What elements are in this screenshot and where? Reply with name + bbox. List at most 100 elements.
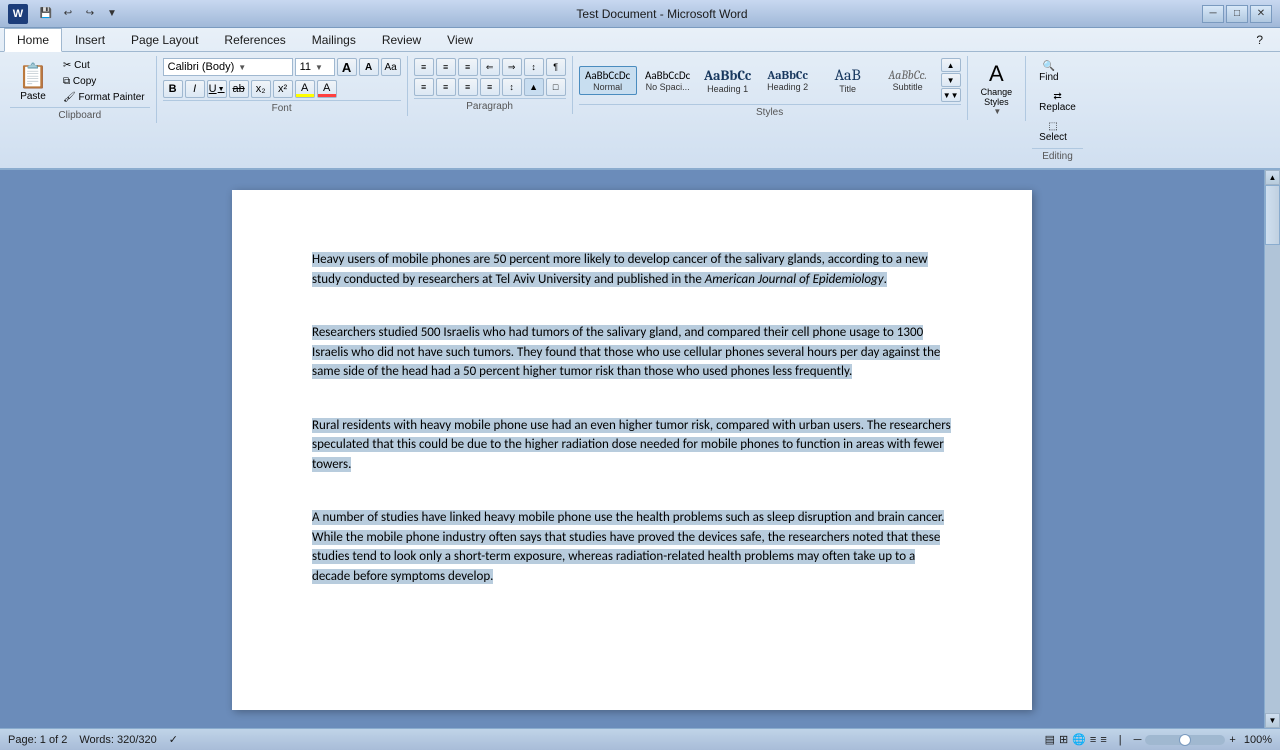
- zoom-level[interactable]: 100%: [1244, 734, 1272, 746]
- styles-more-button[interactable]: ▼▼: [941, 88, 961, 102]
- styles-down-button[interactable]: ▼: [941, 73, 961, 87]
- title-bar: W 💾 ↩ ↪ ▼ Test Document - Microsoft Word…: [0, 0, 1280, 28]
- style-subtitle[interactable]: AaBbCc. Subtitle: [879, 65, 937, 95]
- font-size-dropdown[interactable]: 11 ▼: [295, 58, 335, 76]
- view-outline-icon[interactable]: ≡: [1090, 734, 1096, 746]
- font-family-arrow: ▼: [238, 63, 246, 72]
- underline-button[interactable]: U▼: [207, 80, 227, 98]
- redo-button[interactable]: ↪: [80, 4, 100, 24]
- view-normal-icon[interactable]: ▤: [1045, 733, 1055, 746]
- font-color-button[interactable]: A: [317, 80, 337, 98]
- show-hide-button[interactable]: ¶: [546, 58, 566, 76]
- font-row2: B I U▼ ab x₂ x² A A: [163, 80, 337, 98]
- undo-button[interactable]: ↩: [58, 4, 78, 24]
- sort-button[interactable]: ↕: [524, 58, 544, 76]
- paragraph-group: ≡ ≡ ≡ ⇐ ⇒ ↕ ¶ ≡ ≡ ≡ ≡ ↕ ▲ □ Pa: [408, 56, 573, 114]
- clipboard-group-inner: 📋 Paste ✂ Cut ⧉ Copy 🖌 Format Painter: [10, 58, 150, 105]
- change-case-button[interactable]: Aa: [381, 58, 401, 76]
- strikethrough-button[interactable]: ab: [229, 80, 249, 98]
- paragraph-2: Researchers studied 500 Israelis who had…: [312, 323, 952, 382]
- grow-font-button[interactable]: A: [337, 58, 357, 76]
- scroll-track[interactable]: [1265, 185, 1280, 713]
- tab-page-layout[interactable]: Page Layout: [118, 28, 211, 52]
- title-bar-left: W 💾 ↩ ↪ ▼: [8, 4, 122, 24]
- highlight-button[interactable]: A: [295, 80, 315, 98]
- clipboard-small-buttons: ✂ Cut ⧉ Copy 🖌 Format Painter: [58, 58, 150, 105]
- selected-text-3: Rural residents with heavy mobile phone …: [312, 418, 951, 472]
- zoom-plus-button[interactable]: +: [1229, 734, 1235, 746]
- zoom-slider[interactable]: [1145, 735, 1225, 745]
- clipboard-group: 📋 Paste ✂ Cut ⧉ Copy 🖌 Format Painter Cl…: [4, 56, 157, 123]
- bold-button[interactable]: B: [163, 80, 183, 98]
- quick-access-more-button[interactable]: ▼: [102, 4, 122, 24]
- save-button[interactable]: 💾: [36, 4, 56, 24]
- change-styles-button[interactable]: A ChangeStyles ▼: [974, 58, 1020, 119]
- font-family-dropdown[interactable]: Calibri (Body) ▼: [163, 58, 293, 76]
- style-heading2[interactable]: AaBbCc Heading 2: [759, 65, 817, 95]
- replace-icon: ⇄: [1053, 91, 1061, 102]
- editing-group-label: Editing: [1032, 148, 1083, 162]
- scroll-area: Heavy users of mobile phones are 50 perc…: [0, 170, 1280, 728]
- find-button[interactable]: 🔍 Find: [1032, 58, 1065, 86]
- tab-home[interactable]: Home: [4, 28, 62, 52]
- decrease-indent-button[interactable]: ⇐: [480, 58, 500, 76]
- quick-access-toolbar: 💾 ↩ ↪ ▼: [36, 4, 122, 24]
- style-no-spacing[interactable]: AaBbCcDc No Spaci...: [639, 66, 697, 95]
- line-spacing-button[interactable]: ↕: [502, 78, 522, 96]
- bullets-button[interactable]: ≡: [414, 58, 434, 76]
- tab-review[interactable]: Review: [369, 28, 434, 52]
- tab-view[interactable]: View: [434, 28, 486, 52]
- document-area[interactable]: Heavy users of mobile phones are 50 perc…: [0, 170, 1264, 728]
- select-button[interactable]: ⬚ Select: [1032, 118, 1074, 146]
- close-button[interactable]: ✕: [1250, 5, 1272, 23]
- tab-references[interactable]: References: [211, 28, 298, 52]
- maximize-button[interactable]: □: [1226, 5, 1248, 23]
- tab-insert[interactable]: Insert: [62, 28, 118, 52]
- tab-help[interactable]: ?: [1243, 28, 1276, 52]
- change-styles-label: ChangeStyles: [981, 87, 1013, 107]
- paragraph-row2: ≡ ≡ ≡ ≡ ↕ ▲ □: [414, 78, 566, 96]
- format-painter-button[interactable]: 🖌 Format Painter: [58, 90, 150, 105]
- align-left-button[interactable]: ≡: [414, 78, 434, 96]
- superscript-button[interactable]: x²: [273, 80, 293, 98]
- zoom-minus-button[interactable]: ─: [1134, 734, 1142, 746]
- increase-indent-button[interactable]: ⇒: [502, 58, 522, 76]
- style-title-preview: AaB: [834, 66, 860, 84]
- paste-button[interactable]: 📋 Paste: [10, 58, 56, 105]
- paragraph-1: Heavy users of mobile phones are 50 perc…: [312, 250, 952, 289]
- editing-group: 🔍 Find ⇄ Replace ⬚ Select Editing: [1026, 56, 1089, 164]
- subscript-button[interactable]: x₂: [251, 80, 271, 98]
- styles-gallery: AaBbCcDc Normal AaBbCcDc No Spaci... AaB…: [579, 58, 961, 102]
- scroll-up-button[interactable]: ▲: [1265, 170, 1280, 185]
- clipboard-buttons: 📋 Paste ✂ Cut ⧉ Copy 🖌 Format Painter: [10, 58, 150, 105]
- justify-button[interactable]: ≡: [480, 78, 500, 96]
- style-title[interactable]: AaB Title: [819, 63, 877, 97]
- copy-button[interactable]: ⧉ Copy: [58, 74, 150, 89]
- scroll-down-button[interactable]: ▼: [1265, 713, 1280, 728]
- borders-button[interactable]: □: [546, 78, 566, 96]
- cut-button[interactable]: ✂ Cut: [58, 58, 150, 73]
- shrink-font-button[interactable]: A: [359, 58, 379, 76]
- styles-up-button[interactable]: ▲: [941, 58, 961, 72]
- shading-button[interactable]: ▲: [524, 78, 544, 96]
- align-right-button[interactable]: ≡: [458, 78, 478, 96]
- styles-group-label: Styles: [579, 104, 961, 118]
- view-draft-icon[interactable]: ≡: [1100, 734, 1106, 746]
- select-icon: ⬚: [1048, 121, 1057, 132]
- style-normal-preview: AaBbCcDc: [585, 69, 630, 82]
- multilevel-button[interactable]: ≡: [458, 58, 478, 76]
- minimize-button[interactable]: ─: [1202, 5, 1224, 23]
- style-normal[interactable]: AaBbCcDc Normal: [579, 66, 637, 95]
- numbering-button[interactable]: ≡: [436, 58, 456, 76]
- italic-button[interactable]: I: [185, 80, 205, 98]
- replace-button[interactable]: ⇄ Replace: [1032, 88, 1083, 116]
- style-heading1[interactable]: AaBbCc Heading 1: [699, 64, 757, 97]
- styles-scroll: ▲ ▼ ▼▼: [941, 58, 961, 102]
- view-web-icon[interactable]: 🌐: [1072, 733, 1086, 746]
- view-fullscreen-icon[interactable]: ⊞: [1059, 733, 1068, 746]
- align-center-button[interactable]: ≡: [436, 78, 456, 96]
- window-title: Test Document - Microsoft Word: [576, 7, 747, 21]
- zoom-thumb[interactable]: [1179, 734, 1191, 746]
- tab-mailings[interactable]: Mailings: [299, 28, 369, 52]
- scroll-thumb[interactable]: [1265, 185, 1280, 245]
